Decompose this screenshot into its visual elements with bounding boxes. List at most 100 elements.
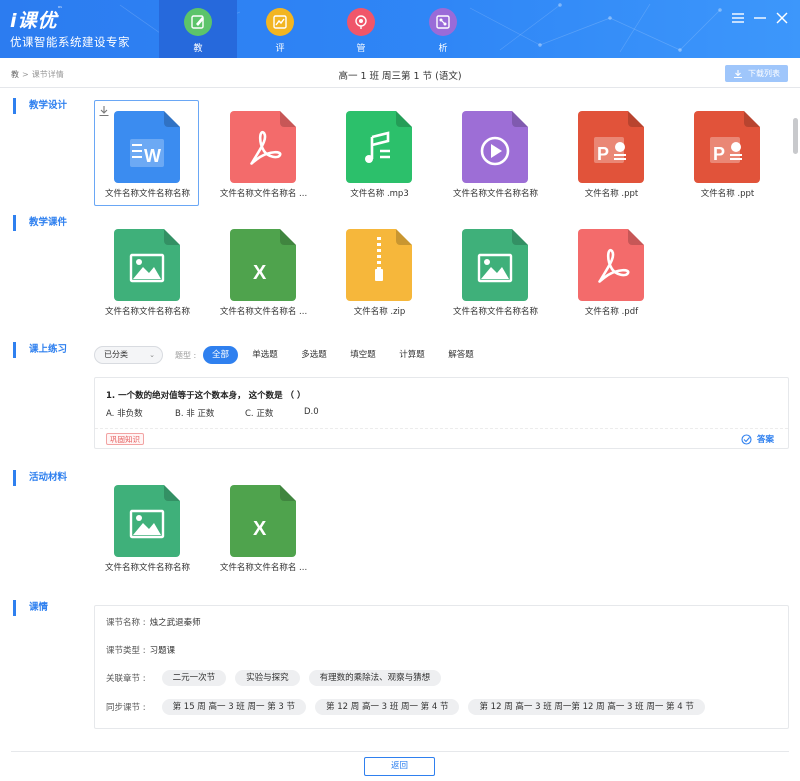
analysis-icon (429, 8, 457, 36)
chart-icon (266, 8, 294, 36)
file-item[interactable]: W 文件名称文件名称名称 (94, 100, 199, 206)
sync-lesson-chip[interactable]: 第 15 周 高一 3 班 周一 第 3 节 (161, 699, 307, 715)
question-divider (95, 428, 788, 429)
nav-manage[interactable]: 管 (322, 0, 400, 58)
download-icon[interactable] (98, 105, 110, 117)
file-item[interactable]: 文件名称文件名称名称 (94, 218, 199, 324)
nav-teach[interactable]: 教 (159, 0, 237, 58)
lesson-type-row: 课节类型 : 习题课 (106, 644, 175, 656)
audio-file-icon (346, 111, 412, 183)
file-name: 文件名称文件名称名 ... (219, 563, 308, 573)
chapter-chip[interactable]: 实验与探究 (235, 670, 300, 686)
file-name: 文件名称文件名称名称 (452, 189, 538, 199)
image-file-icon (114, 229, 180, 301)
excel-file-icon: X (230, 485, 296, 557)
answer-label: 答案 (756, 435, 774, 445)
section-exercise-label: 课上练习 (13, 342, 67, 358)
lesson-type-value: 习题课 (149, 646, 176, 656)
option-c: C. 正数 (245, 409, 274, 419)
file-item[interactable]: 文件名称文件名称名称 (442, 218, 547, 324)
nav-analyze[interactable]: 析 (404, 0, 482, 58)
file-item[interactable]: X 文件名称文件名称名 ... (210, 218, 315, 324)
tab-multi-choice[interactable]: 多选题 (296, 346, 332, 364)
breadcrumb-bar: 教 > 课节详情 高一 1 班 周三第 1 节 (语文) 下载列表 (0, 58, 800, 88)
file-name: 文件名称文件名称名称 (452, 307, 538, 317)
close-icon[interactable] (774, 10, 790, 26)
logo-title: i课优 (10, 10, 58, 32)
section-design-label: 教学设计 (13, 98, 67, 114)
scrollbar-thumb[interactable] (793, 118, 798, 154)
nav-manage-label: 管 (356, 44, 366, 54)
file-name: 文件名称文件名称名称 (104, 307, 190, 317)
nav-analyze-label: 析 (438, 44, 448, 54)
nav-teach-label: 教 (193, 44, 203, 54)
tab-fill-blank[interactable]: 填空题 (345, 346, 381, 364)
file-item[interactable]: X 文件名称文件名称名 ... (210, 474, 315, 580)
file-name: 文件名称 .pdf (584, 307, 639, 317)
pdf-file-icon (578, 229, 644, 301)
sync-lesson-row: 同步课节 : 第 15 周 高一 3 班 周一 第 3 节 第 12 周 高一 … (106, 699, 714, 715)
courseware-file-list: 文件名称文件名称名称 X 文件名称文件名称名 ... 文件名称 .zip 文件名称文件名… (94, 218, 674, 324)
sync-lesson-label: 同步课节 : (106, 703, 146, 713)
nav-evaluate[interactable]: 评 (241, 0, 319, 58)
image-file-icon (114, 485, 180, 557)
lesson-name-label: 课节名称 : (106, 618, 146, 628)
svg-text:X: X (253, 518, 267, 540)
ppt-file-icon: P (694, 111, 760, 183)
app-logo: i课优™ 优课智能系统建设专家 (10, 6, 130, 50)
category-select[interactable]: 已分类 ⌄ (94, 346, 163, 364)
chapter-chip[interactable]: 二元一次节 (161, 670, 227, 686)
answer-icon (741, 433, 752, 445)
download-icon (734, 69, 742, 78)
footer-divider (11, 751, 789, 752)
file-item[interactable]: 文件名称文件名称名称 (442, 100, 547, 206)
menu-icon[interactable] (730, 10, 746, 26)
option-b: B. 非 正数 (175, 409, 215, 419)
design-file-list: W 文件名称文件名称名称 文件名称文件名称名 ... 文件名称 .mp3 文件名称文件名… (94, 100, 790, 206)
file-name: 文件名称 .mp3 (350, 189, 409, 199)
back-button[interactable]: 返回 (364, 757, 435, 776)
minimize-icon[interactable] (752, 10, 768, 26)
file-item[interactable]: P 文件名称 .ppt (674, 100, 779, 206)
lesson-type-label: 课节类型 : (106, 646, 146, 656)
tab-single-choice[interactable]: 单选题 (247, 346, 283, 364)
lesson-name-value: 烛之武退秦师 (149, 618, 201, 628)
tab-all[interactable]: 全部 (203, 346, 238, 364)
exercise-filter-bar: 已分类 ⌄ 题型 : 全部 单选题 多选题 填空题 计算题 解答题 (94, 346, 594, 366)
chapter-row: 关联章节 : 二元一次节 实验与探究 有理数的乘除法、观察与猜想 (106, 670, 450, 686)
pdf-file-icon (230, 111, 296, 183)
file-item[interactable]: 文件名称 .zip (326, 218, 431, 324)
chapter-chip[interactable]: 有理数的乘除法、观察与猜想 (308, 670, 442, 686)
option-d: D.0 (304, 407, 319, 417)
file-item[interactable]: P 文件名称 .ppt (558, 100, 663, 206)
chapter-label: 关联章节 : (106, 674, 146, 684)
page-title: 高一 1 班 周三第 1 节 (语文) (338, 71, 462, 82)
tab-answer-question[interactable]: 解答题 (443, 346, 479, 364)
answer-button[interactable]: 答案 (741, 433, 774, 445)
file-item[interactable]: 文件名称文件名称名 ... (210, 100, 315, 206)
word-file-icon: W (114, 111, 180, 183)
file-name: 文件名称文件名称名称 (104, 563, 190, 573)
section-activity-label: 活动材料 (13, 470, 67, 486)
logo-trademark: ™ (57, 6, 64, 12)
section-courseware-label: 教学课件 (13, 215, 67, 231)
excel-file-icon: X (230, 229, 296, 301)
sync-lesson-chip[interactable]: 第 12 周 高一 3 班 周一第 12 周 高一 3 班 周一 第 4 节 (468, 699, 705, 715)
file-name: 文件名称 .zip (353, 307, 406, 317)
download-list-label: 下载列表 (748, 69, 780, 78)
brain-icon (347, 8, 375, 36)
file-item[interactable]: 文件名称 .mp3 (326, 100, 431, 206)
question-card: 1. 一个数的绝对值等于这个数本身， 这个数是 （ ） A. 非负数 B. 非 … (94, 377, 789, 449)
file-item[interactable]: 文件名称 .pdf (558, 218, 663, 324)
app-header: i课优™ 优课智能系统建设专家 教 评 管 析 (0, 0, 800, 58)
sync-lesson-chip[interactable]: 第 12 周 高一 3 班 周一 第 4 节 (315, 699, 460, 715)
video-file-icon (462, 111, 528, 183)
svg-text:P: P (713, 144, 725, 164)
image-file-icon (462, 229, 528, 301)
file-name: 文件名称 .ppt (700, 189, 755, 199)
file-item[interactable]: 文件名称文件名称名称 (94, 474, 199, 580)
knowledge-tag: 巩固知识 (106, 433, 144, 445)
tab-calculation[interactable]: 计算题 (394, 346, 430, 364)
download-list-button[interactable]: 下载列表 (725, 65, 788, 82)
edit-icon (184, 8, 212, 36)
